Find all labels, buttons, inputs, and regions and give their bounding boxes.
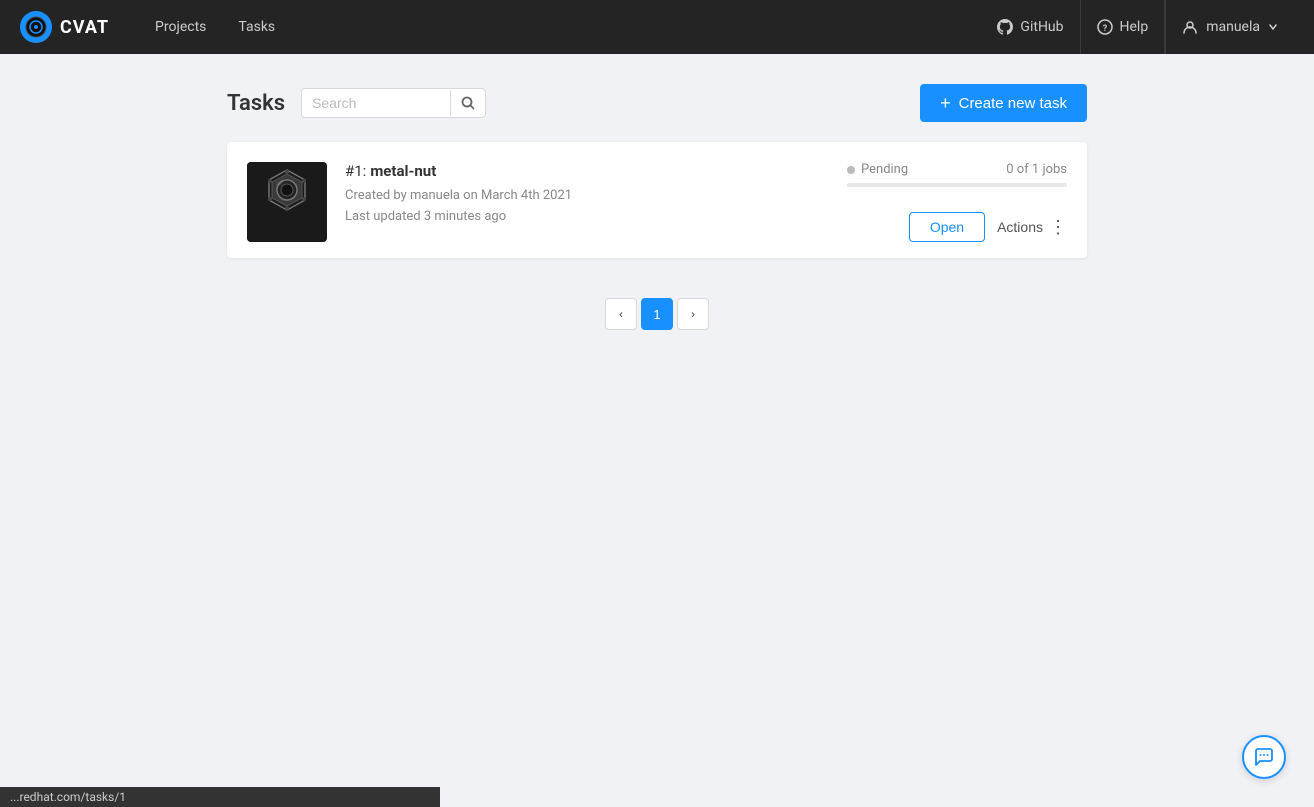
task-thumbnail bbox=[247, 162, 327, 242]
task-updated: Last updated 3 minutes ago bbox=[345, 207, 829, 228]
status-label: Pending bbox=[861, 162, 908, 177]
page-title: Tasks bbox=[227, 91, 285, 116]
tasks-header: Tasks + Create new task bbox=[227, 84, 1087, 122]
actions-button[interactable]: Actions ⋮ bbox=[997, 214, 1067, 240]
navbar-links: Projects Tasks bbox=[139, 0, 981, 54]
search-wrapper bbox=[301, 88, 486, 118]
chat-widget[interactable] bbox=[1242, 735, 1286, 779]
github-icon bbox=[997, 19, 1013, 35]
navbar: CVAT Projects Tasks GitHub ? Help manuel… bbox=[0, 0, 1314, 54]
task-status-row: Pending 0 of 1 jobs bbox=[847, 162, 1067, 177]
task-thumbnail-image bbox=[247, 162, 327, 242]
plus-icon: + bbox=[940, 94, 951, 112]
tasks-title-search: Tasks bbox=[227, 88, 486, 118]
brand[interactable]: CVAT bbox=[20, 11, 109, 43]
chat-icon bbox=[1253, 746, 1275, 768]
task-actions-row: Open Actions ⋮ bbox=[847, 212, 1067, 242]
task-name-row: #1: metal-nut bbox=[345, 162, 829, 180]
open-button[interactable]: Open bbox=[909, 212, 985, 242]
main-content: Tasks + Create new task bbox=[207, 54, 1107, 360]
chevron-down-icon bbox=[1268, 22, 1278, 32]
nav-projects[interactable]: Projects bbox=[139, 0, 222, 54]
user-menu[interactable]: manuela bbox=[1165, 0, 1294, 54]
prev-page-button[interactable]: ‹ bbox=[605, 298, 637, 330]
status-bar: ...redhat.com/tasks/1 bbox=[0, 787, 440, 807]
brand-name: CVAT bbox=[60, 17, 109, 38]
user-icon bbox=[1182, 19, 1198, 35]
brand-logo bbox=[20, 11, 52, 43]
page-1-button[interactable]: 1 bbox=[641, 298, 673, 330]
create-task-button[interactable]: + Create new task bbox=[920, 84, 1087, 122]
status-badge: Pending bbox=[847, 162, 908, 177]
nav-tasks[interactable]: Tasks bbox=[222, 0, 291, 54]
create-task-label: Create new task bbox=[959, 95, 1067, 112]
task-card: #1: metal-nut Created by manuela on Marc… bbox=[227, 142, 1087, 258]
task-right: Pending 0 of 1 jobs Open Actions ⋮ bbox=[847, 162, 1067, 242]
help-action[interactable]: ? Help bbox=[1081, 0, 1166, 54]
svg-text:?: ? bbox=[1102, 24, 1107, 34]
task-id: #1: bbox=[345, 162, 366, 180]
search-input[interactable] bbox=[302, 89, 450, 117]
navbar-right: GitHub ? Help manuela bbox=[981, 0, 1294, 54]
help-label: Help bbox=[1120, 19, 1149, 35]
jobs-count: 0 of 1 jobs bbox=[1006, 162, 1067, 177]
task-progress-bar bbox=[847, 183, 1067, 187]
github-action[interactable]: GitHub bbox=[981, 0, 1080, 54]
search-icon bbox=[461, 96, 475, 110]
status-url: ...redhat.com/tasks/1 bbox=[10, 790, 126, 804]
pagination: ‹ 1 › bbox=[227, 298, 1087, 330]
status-dot bbox=[847, 166, 855, 174]
task-name: metal-nut bbox=[370, 162, 436, 180]
next-page-button[interactable]: › bbox=[677, 298, 709, 330]
three-dots-icon: ⋮ bbox=[1049, 218, 1067, 236]
task-info: #1: metal-nut Created by manuela on Marc… bbox=[345, 162, 829, 242]
search-button[interactable] bbox=[450, 90, 485, 116]
help-icon: ? bbox=[1097, 19, 1113, 35]
username: manuela bbox=[1206, 19, 1260, 35]
task-created: Created by manuela on March 4th 2021 bbox=[345, 186, 829, 207]
github-label: GitHub bbox=[1020, 19, 1063, 35]
actions-label: Actions bbox=[997, 219, 1043, 235]
